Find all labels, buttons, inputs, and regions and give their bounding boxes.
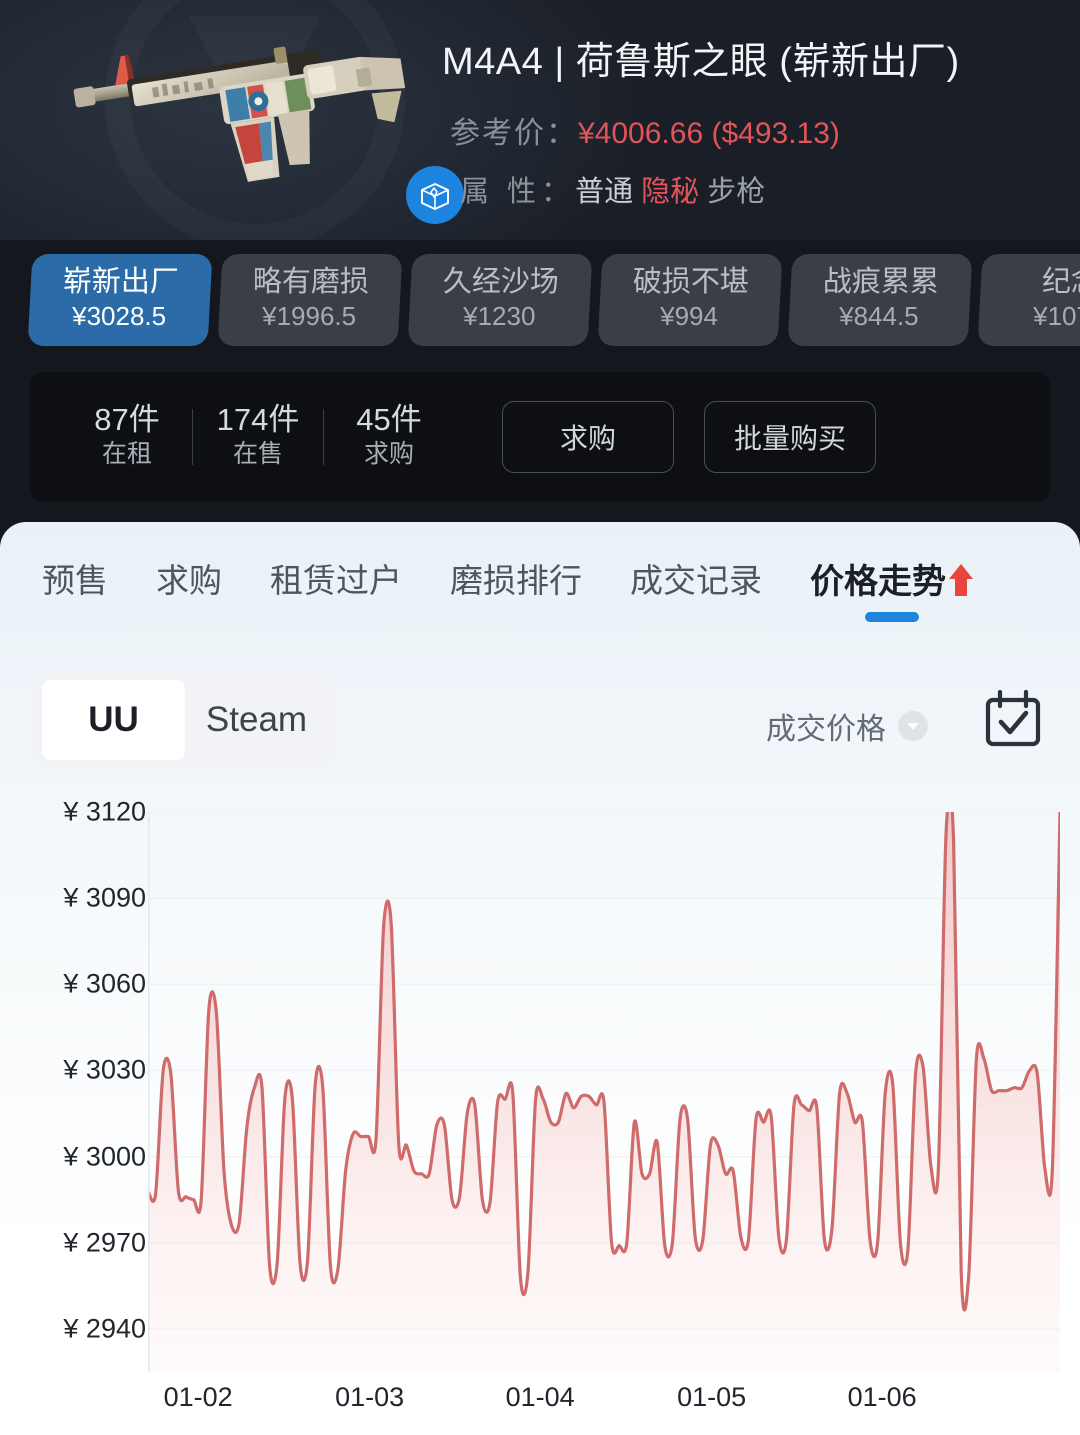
tab-label: 价格走势 [810,563,946,601]
y-tick-label: ¥ 3120 [63,796,146,827]
price-type-label: 成交价格 [766,713,886,746]
tab-label: 求购 [156,562,222,599]
tab-4[interactable]: 成交记录 [630,554,762,616]
reference-price-label: 参考价： [450,117,578,150]
y-tick-label: ¥ 2940 [63,1313,146,1344]
price-type-selector[interactable]: 成交价格 [766,704,928,748]
trend-up-icon [948,563,974,606]
wear-tab-0[interactable]: 崭新出厂 ¥3028.5 [27,254,213,346]
wear-tab-name: 略有磨损 [252,266,369,299]
stats-panel: 87件 在租 174件 在售 45件 求购 求购 批量购买 [30,372,1050,502]
content-tabs[interactable]: 预售 求购 租赁过户 磨损排行 成交记录 价格走势 [0,554,1080,642]
wear-tab-price: ¥994 [660,300,719,331]
wear-tab-4[interactable]: 战痕累累 ¥844.5 [787,254,973,346]
wear-tab-2[interactable]: 久经沙场 ¥1230 [407,254,593,346]
stat-selling-count: 174件 [216,401,300,437]
price-trend-chart[interactable]: ¥ 3120 ¥ 3090 ¥ 3060 ¥ 3030 ¥ 3000 ¥ 2970 ¥ 29… [0,793,1080,1432]
reference-price-row: 参考价：¥4006.66 ($493.13) [450,108,840,152]
item-info: M4A4 | 荷鲁斯之眼 (崭新出厂) 参考价：¥4006.66 ($493.1… [430,0,1080,240]
stat-buyorder[interactable]: 45件 求购 [324,402,454,473]
x-tick-label: 01-02 [163,1382,233,1412]
calendar-check-icon [985,689,1041,747]
content-card: 预售 求购 租赁过户 磨损排行 成交记录 价格走势 UU Steam 成交价格 ¥ 312… [0,522,1080,1435]
chart-x-axis: 01-02 01-03 01-04 01-05 01-06 [148,1382,1060,1432]
stat-selling-label: 在售 [232,440,283,469]
wear-tab-1[interactable]: 略有磨损 ¥1996.5 [217,254,403,346]
wear-tab-price: ¥844.5 [839,300,919,331]
chart-svg [146,793,1062,1372]
source-option-steam[interactable]: Steam [185,680,328,760]
tab-label: 磨损排行 [450,562,582,599]
wear-tab-name: 崭新出厂 [62,266,179,299]
wear-tab-3[interactable]: 破损不堪 ¥994 [597,254,783,346]
attr-rarity: 隐秘 [641,176,700,208]
attributes-row: 属 性：普通 隐秘 步枪 [460,168,765,210]
tab-5[interactable]: 价格走势 [810,554,974,622]
tab-label: 成交记录 [630,562,762,599]
chevron-down-glyph [907,723,919,730]
item-hero-header: M4A4 | 荷鲁斯之眼 (崭新出厂) 参考价：¥4006.66 ($493.1… [0,0,1080,240]
m4a4-rifle-icon [73,46,406,182]
wear-tab-price: ¥3028.5 [72,300,167,331]
chevron-down-icon[interactable] [898,711,928,741]
tab-label: 租赁过户 [270,562,402,599]
x-tick-label: 01-06 [847,1382,917,1412]
y-tick-label: ¥ 3090 [63,882,146,913]
stat-rent[interactable]: 87件 在租 [62,402,192,473]
source-toggle[interactable]: UU Steam [34,672,336,768]
y-tick-label: ¥ 2970 [63,1227,146,1258]
wear-tab-name: 久经沙场 [442,266,559,299]
wear-tab-name: 纪念 [1041,266,1080,299]
attr-type: 步枪 [707,176,766,208]
wear-tab-name: 破损不堪 [632,266,749,299]
weapon-image[interactable] [62,14,464,224]
wear-tabs-strip[interactable]: 崭新出厂 ¥3028.5 略有磨损 ¥1996.5 久经沙场 ¥1230 破损不堪 ¥994 战… [0,240,1080,360]
stat-buyorder-count: 45件 [356,401,422,437]
reference-price-value: ¥4006.66 ($493.13) [578,117,840,150]
wear-tab-price: ¥1079 [1032,300,1080,331]
buy-request-button[interactable]: 求购 [502,401,674,473]
chart-y-axis: ¥ 3120 ¥ 3090 ¥ 3060 ¥ 3030 ¥ 3000 ¥ 2970 ¥ 29… [0,797,146,1372]
tab-1[interactable]: 求购 [156,554,222,616]
wear-tabs-row[interactable]: 崭新出厂 ¥3028.5 略有磨损 ¥1996.5 久经沙场 ¥1230 破损不堪 ¥994 战… [27,254,1080,346]
wear-tab-name: 战痕累累 [822,266,939,299]
tab-2[interactable]: 租赁过户 [270,554,402,616]
x-tick-label: 01-04 [505,1382,575,1412]
date-range-button[interactable] [982,688,1044,755]
page-title: M4A4 | 荷鲁斯之眼 (崭新出厂) [442,41,960,83]
chart-plot-area[interactable] [146,793,1062,1372]
y-tick-label: ¥ 3060 [63,968,146,999]
bulk-buy-button[interactable]: 批量购买 [704,401,876,473]
wear-tab-price: ¥1230 [462,300,536,331]
tab-0[interactable]: 预售 [42,554,108,616]
attr-normal: 普通 [575,176,634,208]
wear-tab-5[interactable]: 纪念 ¥1079 [977,254,1080,346]
wear-tab-price: ¥1996.5 [262,300,357,331]
tabs-divider [0,654,1080,655]
stat-rent-count: 87件 [94,401,160,437]
stat-selling[interactable]: 174件 在售 [193,402,323,473]
x-tick-label: 01-05 [677,1382,747,1412]
y-tick-label: ¥ 3030 [63,1054,146,1085]
stat-rent-label: 在租 [101,440,152,469]
source-option-uu[interactable]: UU [42,680,185,760]
attributes-label: 属 性： [460,176,576,208]
x-tick-label: 01-03 [335,1382,405,1412]
tab-3[interactable]: 磨损排行 [450,554,582,616]
active-tab-underline [865,611,919,622]
tab-label: 预售 [42,562,108,599]
y-tick-label: ¥ 3000 [63,1141,146,1172]
stat-buyorder-label: 求购 [363,440,414,469]
